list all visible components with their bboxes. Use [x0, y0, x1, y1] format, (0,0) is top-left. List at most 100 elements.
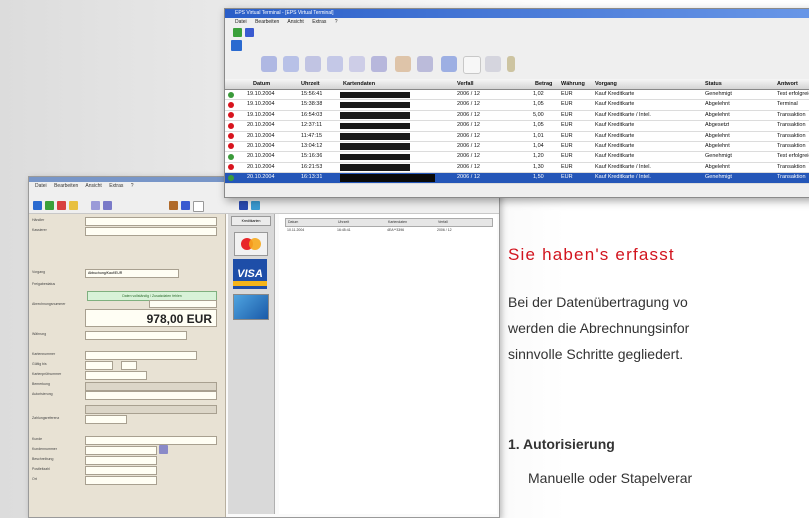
card-pane: Kreditkarten VISA — [228, 214, 275, 514]
col-datum[interactable]: Datum — [253, 79, 270, 89]
page-icon[interactable] — [463, 56, 481, 74]
visa-logo[interactable]: VISA — [233, 259, 267, 289]
terminal-icon[interactable] — [33, 201, 42, 210]
save-icon[interactable] — [239, 201, 248, 210]
table-row[interactable]: 20.10.2004 13:04:12 2006 / 12 1,04 EUR Kauf K… — [225, 141, 809, 153]
list-cell: 2006 / 12 — [437, 228, 452, 232]
network-icon[interactable] — [251, 201, 260, 210]
table-row[interactable]: 20.10.2004 16:21:53 2006 / 12 1,30 EUR Kauf K… — [225, 162, 809, 174]
table-row[interactable]: 20.10.2004 15:16:36 2006 / 12 1,20 EUR Kauf K… — [225, 152, 809, 163]
list-col-kartendaten[interactable]: Kartendaten — [386, 219, 436, 226]
card-number-field[interactable] — [85, 351, 197, 360]
delete-icon[interactable] — [57, 201, 66, 210]
list-item[interactable]: 10.11.2004 16:45:41 4EA**3396 2006 / 12 — [285, 227, 491, 233]
amount-field[interactable]: 978,00 EUR — [85, 309, 217, 327]
lookup-icon[interactable] — [159, 445, 168, 454]
field-label: Kunde — [32, 437, 43, 441]
refresh-icon[interactable] — [371, 56, 387, 72]
form-pane: Händler Kassierer Vorgang Abbuchung/Kauf… — [29, 214, 226, 517]
forward-icon[interactable] — [485, 56, 501, 72]
cell-status: Abgelehnt — [705, 163, 730, 170]
col-kartendaten[interactable]: Kartendaten — [343, 79, 375, 89]
folder-icon[interactable] — [69, 201, 78, 210]
mastercard-logo[interactable] — [234, 232, 268, 256]
list-cell: 10.11.2004 — [287, 228, 305, 232]
back-arrow-icon[interactable] — [441, 56, 457, 72]
table-row[interactable]: 19.10.2004 15:38:38 2006 / 12 1,05 EUR Kauf K… — [225, 100, 809, 111]
field-label: Bemerkung — [32, 382, 50, 386]
col-vorgang[interactable]: Vorgang — [595, 79, 617, 89]
status-dot-icon — [228, 153, 234, 160]
menu-datei[interactable]: Datei — [35, 183, 47, 189]
tab-kreditkarten[interactable]: Kreditkarten — [231, 216, 271, 226]
cell-answer: Transaktion — [777, 122, 806, 129]
print-icon[interactable] — [91, 201, 100, 210]
expiry-year-field[interactable] — [85, 361, 113, 370]
help-icon[interactable] — [507, 56, 515, 72]
card-icon[interactable] — [103, 201, 112, 210]
terminal-icon[interactable] — [231, 40, 242, 51]
redacted-card-data — [340, 112, 410, 119]
menu-extras[interactable]: Extras — [109, 183, 123, 189]
col-verfall[interactable]: Verfall — [457, 79, 474, 89]
table-row[interactable]: 20.10.2004 16:13:31 2006 / 12 1,50 EUR Kauf K… — [225, 173, 809, 184]
table-row[interactable]: 20.10.2004 12:37:11 2006 / 12 1,05 EUR Kauf K… — [225, 121, 809, 132]
col-waehrung[interactable]: Währung — [561, 79, 585, 89]
cell-action: Kauf Kreditkarte — [595, 122, 635, 129]
export-icon[interactable] — [395, 56, 411, 72]
vorgang-select[interactable]: Abbuchung/Kauf/EUR — [85, 269, 179, 278]
edit-icon[interactable] — [305, 56, 321, 72]
menu-extras[interactable]: Extras — [312, 19, 326, 25]
beschreibung-field[interactable] — [85, 456, 157, 465]
menu-help[interactable]: ? — [335, 19, 338, 25]
waehrung-field[interactable] — [85, 331, 187, 340]
cell-date: 20.10.2004 — [247, 142, 275, 149]
col-betrag[interactable]: Betrag — [535, 79, 552, 89]
new-icon[interactable] — [45, 201, 54, 210]
table-row[interactable]: 19.10.2004 16:54:03 2006 / 12 5,00 EUR Kauf K… — [225, 110, 809, 122]
kundennummer-field[interactable] — [85, 446, 157, 455]
col-status[interactable]: Status — [705, 79, 722, 89]
autorisierung-field[interactable] — [85, 391, 217, 400]
list-col-datum[interactable]: Datum — [286, 219, 336, 226]
card-icon[interactable] — [283, 56, 299, 72]
menu-bearbeiten[interactable]: Bearbeiten — [54, 183, 78, 189]
cell-currency: EUR — [561, 132, 573, 139]
table-row[interactable]: 20.10.2004 11:47:15 2006 / 12 1,01 EUR Kauf K… — [225, 131, 809, 142]
kunde-field[interactable] — [85, 436, 217, 445]
radio-group[interactable] — [85, 405, 217, 414]
plz-field[interactable] — [85, 466, 157, 475]
list-col-uhrzeit[interactable]: Uhrzeit — [336, 219, 386, 226]
back-arrow-icon[interactable] — [245, 28, 254, 37]
col-antwort[interactable]: Antwort — [777, 79, 798, 89]
cell-amount: 1,20 — [533, 153, 544, 160]
referenz-field[interactable] — [85, 415, 127, 424]
menu-bearbeiten[interactable]: Bearbeiten — [255, 19, 279, 25]
settings-icon[interactable] — [169, 201, 178, 210]
back-arrow-icon[interactable] — [181, 201, 190, 210]
cell-currency: EUR — [561, 101, 573, 108]
abrechnung-field[interactable] — [149, 300, 217, 308]
list-col-verfall[interactable]: Verfall — [436, 219, 486, 226]
expiry-month-field[interactable] — [121, 361, 137, 370]
print-icon[interactable] — [261, 56, 277, 72]
table-row[interactable]: 19.10.2004 15:56:41 2006 / 12 1,02 EUR Kauf K… — [225, 90, 809, 101]
new-icon[interactable] — [233, 28, 242, 37]
ort-field[interactable] — [85, 476, 157, 485]
cell-answer: Transaktion — [777, 132, 806, 139]
menu-ansicht[interactable]: Ansicht — [85, 183, 101, 189]
menu-ansicht[interactable]: Ansicht — [287, 19, 303, 25]
menu-help[interactable]: ? — [131, 183, 134, 189]
copy-icon[interactable] — [327, 56, 343, 72]
cell-expiry: 2006 / 12 — [457, 142, 480, 149]
settings-icon[interactable] — [349, 56, 365, 72]
cvc-field[interactable] — [85, 371, 147, 380]
page-icon[interactable] — [193, 201, 204, 212]
kassierer-field[interactable] — [85, 227, 217, 236]
card-logo[interactable] — [233, 294, 269, 320]
menu-datei[interactable]: Datei — [235, 19, 247, 25]
options-button[interactable] — [85, 382, 217, 391]
haendler-field[interactable] — [85, 217, 217, 226]
filter-icon[interactable] — [417, 56, 433, 72]
col-uhrzeit[interactable]: Uhrzeit — [301, 79, 320, 89]
